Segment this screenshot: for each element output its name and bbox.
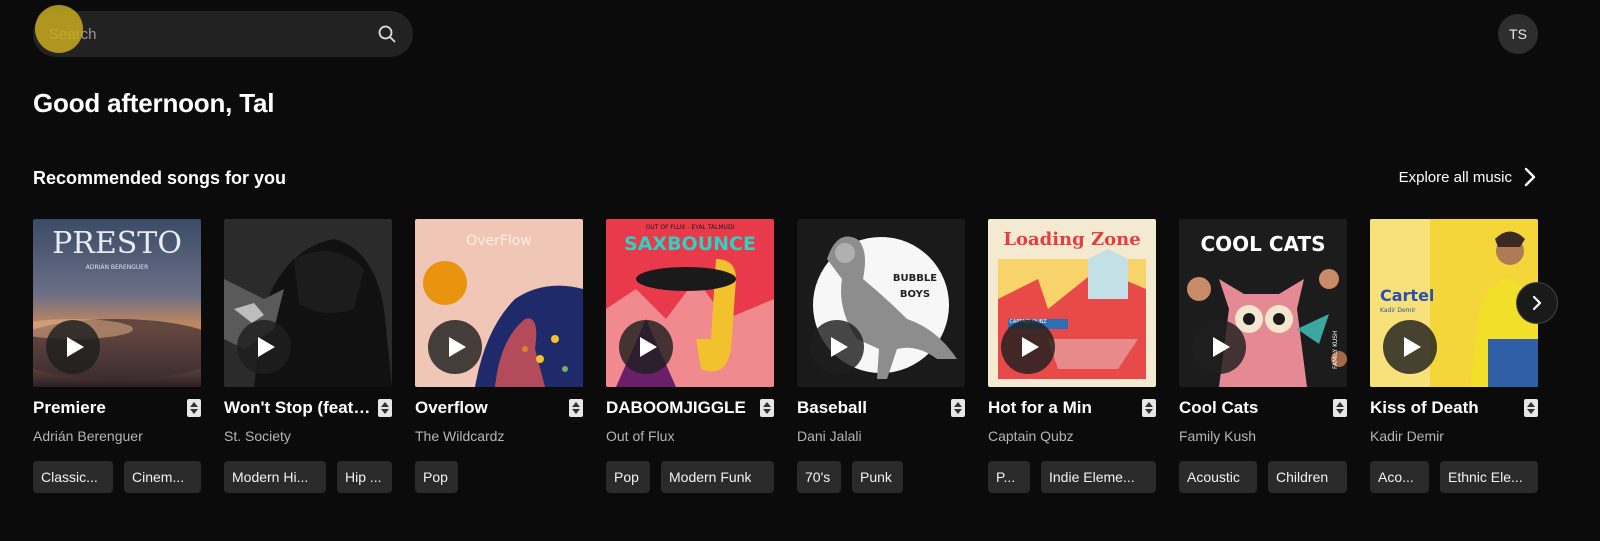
album-cover[interactable]: OverFlow [415,219,583,387]
song-card[interactable]: SAXBOUNCE OUT OF FLUX - EYAL TALMUDI DAB… [606,219,774,493]
artist-name[interactable]: St. Society [224,428,392,444]
artist-name[interactable]: Adrián Berenguer [33,428,201,444]
album-cover[interactable]: PRESTO ADRIÁN BERENGUER [33,219,201,387]
song-title[interactable]: Cool Cats [1179,398,1258,418]
genre-tag[interactable]: Pop [415,461,458,493]
search-icon[interactable] [377,24,397,44]
play-button[interactable] [1192,320,1246,374]
play-icon [257,337,275,357]
svg-text:COOL CATS: COOL CATS [1200,232,1325,256]
sort-icon[interactable] [378,399,392,417]
genre-tag[interactable]: Pop [606,461,650,493]
genre-tag[interactable]: Acoustic [1179,461,1257,493]
explore-all-music-link[interactable]: Explore all music [1399,166,1538,188]
artist-name[interactable]: The Wildcardz [415,428,583,444]
svg-text:FAMILY KUSH: FAMILY KUSH [1332,330,1339,369]
play-icon [1403,337,1421,357]
play-icon [1021,337,1039,357]
album-cover[interactable]: Loading Zone CAPTAIN QUBZ [988,219,1156,387]
song-card[interactable]: Won't Stop (feat. ... St. Society Modern… [224,219,392,493]
sort-icon[interactable] [1524,399,1538,417]
sort-icon[interactable] [569,399,583,417]
song-card[interactable]: OverFlow Overflow The Wildcardz Pop [415,219,583,493]
song-title[interactable]: Kiss of Death [1370,398,1479,418]
song-card[interactable]: Loading Zone CAPTAIN QUBZ Hot for a Min … [988,219,1156,493]
svg-text:Kadir Demir: Kadir Demir [1380,307,1416,314]
artist-name[interactable]: Dani Jalali [797,428,965,444]
play-button[interactable] [237,320,291,374]
svg-text:OUT OF FLUX - EYAL TALMUDI: OUT OF FLUX - EYAL TALMUDI [646,224,735,231]
genre-tag[interactable]: Modern Funk [661,461,774,493]
song-carousel: PRESTO ADRIÁN BERENGUER Premiere Adrián … [33,219,1540,519]
carousel-next-button[interactable] [1516,282,1558,324]
play-button[interactable] [1383,320,1437,374]
svg-text:BUBBLE: BUBBLE [893,273,937,284]
search-bar[interactable] [33,11,413,57]
svg-text:Loading Zone: Loading Zone [1003,229,1140,250]
song-title[interactable]: DABOOMJIGGLE [606,398,746,418]
play-button[interactable] [428,320,482,374]
song-card[interactable]: PRESTO ADRIÁN BERENGUER Premiere Adrián … [33,219,201,493]
genre-tag[interactable]: Punk [852,461,903,493]
song-title[interactable]: Premiere [33,398,106,418]
user-avatar[interactable]: TS [1498,14,1538,54]
play-icon [639,337,657,357]
explore-all-music-label: Explore all music [1398,168,1512,186]
play-button[interactable] [1001,320,1055,374]
greeting-heading: Good afternoon, Tal [33,88,275,118]
genre-tag[interactable]: Cinem... [124,461,201,493]
genre-tag[interactable]: Ethnic Ele... [1440,461,1538,493]
song-card[interactable]: BUBBLE BOYS Baseball Dani Jalali 70's Pu… [797,219,965,493]
artist-name[interactable]: Family Kush [1179,428,1347,444]
genre-tag[interactable]: Children [1268,461,1347,493]
artist-name[interactable]: Out of Flux [606,428,774,444]
sort-icon[interactable] [760,399,774,417]
song-title[interactable]: Won't Stop (feat. ... [224,398,374,418]
play-button[interactable] [619,320,673,374]
song-title[interactable]: Baseball [797,398,867,418]
search-input[interactable] [49,25,377,43]
sort-icon[interactable] [1333,399,1347,417]
play-button[interactable] [46,320,100,374]
section-title: Recommended songs for you [33,168,287,188]
album-cover[interactable]: BUBBLE BOYS [797,219,965,387]
genre-tag[interactable]: Modern Hi... [224,461,326,493]
play-icon [1212,337,1230,357]
svg-text:Cartel: Cartel [1380,286,1434,305]
sort-icon[interactable] [1142,399,1156,417]
genre-tag[interactable]: Indie Eleme... [1041,461,1156,493]
play-icon [66,337,84,357]
svg-text:SAXBOUNCE: SAXBOUNCE [624,233,756,255]
song-title[interactable]: Overflow [415,398,488,418]
svg-text:BOYS: BOYS [900,289,930,300]
sort-icon[interactable] [951,399,965,417]
album-cover[interactable]: SAXBOUNCE OUT OF FLUX - EYAL TALMUDI [606,219,774,387]
song-title[interactable]: Hot for a Min [988,398,1092,418]
album-cover[interactable] [224,219,392,387]
play-icon [830,337,848,357]
chevron-right-icon [1532,295,1542,311]
cover-title-text: PRESTO [52,226,182,261]
sort-icon[interactable] [187,399,201,417]
genre-tag[interactable]: 70's [797,461,841,493]
artist-name[interactable]: Kadir Demir [1370,428,1538,444]
album-cover[interactable]: COOL CATS FAMILY KUSH [1179,219,1347,387]
play-icon [448,337,466,357]
chevron-right-icon [1524,167,1536,187]
artist-name[interactable]: Captain Qubz [988,428,1156,444]
genre-tag[interactable]: Hip ... [337,461,392,493]
genre-tag[interactable]: Classic... [33,461,113,493]
song-card[interactable]: Cartel Kadir Demir Kiss of Death Kadir D… [1370,219,1538,493]
genre-tag[interactable]: Aco... [1370,461,1429,493]
svg-text:ADRIÁN BERENGUER: ADRIÁN BERENGUER [86,264,149,271]
album-cover[interactable]: Cartel Kadir Demir [1370,219,1538,387]
music-home-page: TS Good afternoon, Tal Recommended songs… [0,0,1600,541]
svg-text:OverFlow: OverFlow [466,233,532,249]
song-card[interactable]: COOL CATS FAMILY KUSH Cool Cats Family K… [1179,219,1347,493]
play-button[interactable] [810,320,864,374]
genre-tag[interactable]: P... [988,461,1030,493]
